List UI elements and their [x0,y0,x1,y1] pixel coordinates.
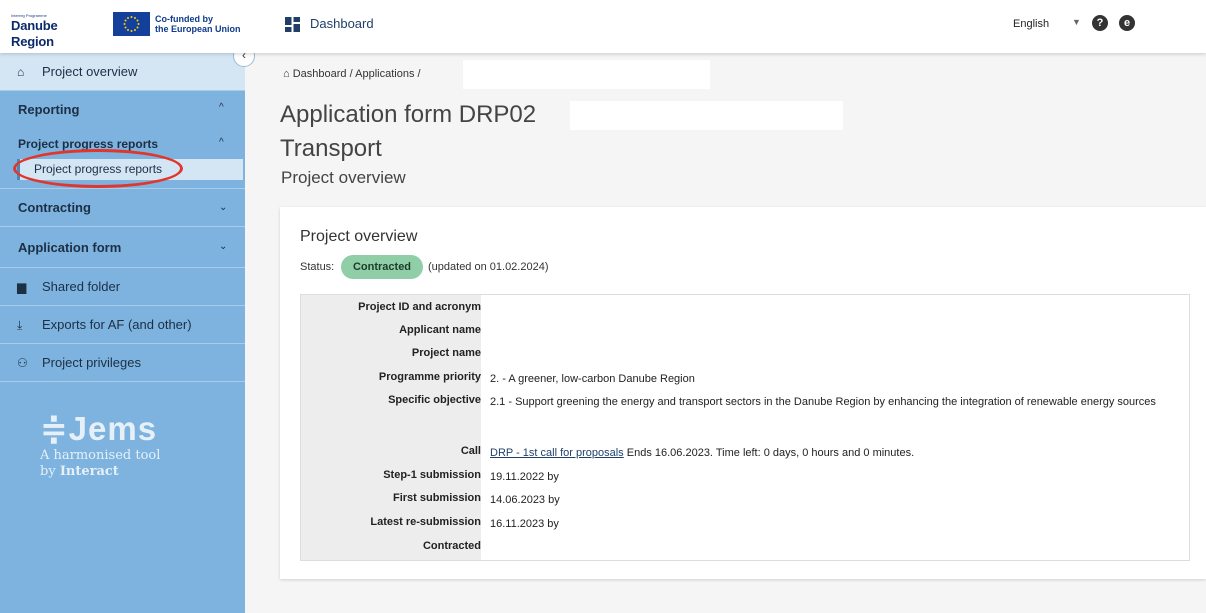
sidebar-item-application-form[interactable]: Application form ⌄ [0,227,245,268]
top-bar: Interreg Programme Danube Region Co-fund… [0,0,1206,53]
caret-down-icon[interactable]: ▼ [1072,17,1081,27]
page-title-line1: Application form DRP02 [280,101,537,128]
status-updated-text: (updated on 01.02.2024) [428,261,549,273]
home-icon: ⌂ [17,65,25,79]
brand-name: Danube Region [11,18,58,49]
sidebar-item-project-privileges[interactable]: ⚇ Project privileges [0,344,245,382]
row-key: Contracted [422,540,481,552]
sidebar-item-contracting[interactable]: Contracting ⌄ [0,188,245,227]
chevron-up-icon[interactable]: ^ [219,102,224,113]
project-overview-card: Project overview Status: Contracted (upd… [280,207,1206,579]
user-account-icon[interactable]: e [1119,15,1135,31]
jems-logo: ≑Jems A harmonised tool by Interact [40,409,160,480]
programme-logo[interactable]: Interreg Programme Danube Region [11,13,103,49]
row-key: Call [460,445,481,457]
row-key: Project name [411,347,481,359]
help-icon[interactable]: ? [1092,15,1108,31]
eu-flag-icon [113,12,150,36]
row-value: 14.06.2023 by [490,494,560,506]
call-details: Ends 16.06.2023. Time left: 0 days, 0 ho… [626,447,915,459]
sidebar-item-shared-folder[interactable]: ▆ Shared folder [0,268,245,306]
chevron-up-icon[interactable]: ^ [219,137,224,148]
row-key: Programme priority [378,371,481,383]
breadcrumb-applications[interactable]: Applications [355,68,414,80]
breadcrumb-separator: / [349,68,353,80]
sidebar-item-label: Shared folder [42,279,121,294]
breadcrumb: ⌂ Dashboard / Applications / [283,68,421,80]
page-subtitle: Project overview [281,168,406,187]
cofunded-line1: Co-funded by [155,14,213,24]
call-link[interactable]: DRP - 1st call for proposals [490,447,624,459]
sidebar-item-label: Project privileges [42,355,141,370]
row-key: First submission [392,492,481,504]
user-key-icon: ⚇ [17,356,28,370]
row-key: Applicant name [399,324,481,336]
status-label: Status: [300,261,335,273]
card-title: Project overview [300,228,418,245]
sidebar-item-reporting[interactable]: Reporting ^ [0,91,245,129]
row-value: 2.1 - Support greening the energy and tr… [490,396,1156,408]
breadcrumb-dashboard[interactable]: Dashboard [293,68,347,80]
dashboard-link[interactable]: Dashboard [310,16,374,31]
page-title: Application form DRP02 Transport [280,98,536,166]
row-key: Specific objective [388,394,481,406]
dashboard-icon[interactable] [285,17,300,32]
cofunded-text: Co-funded by the European Union [155,14,241,34]
sidebar-item-label: Contracting [18,200,91,215]
redaction-box [463,60,710,89]
chevron-down-icon[interactable]: ⌄ [219,202,227,213]
page-title-line2: Transport [280,135,382,162]
chevron-down-icon[interactable]: ⌄ [219,241,227,252]
row-key: Latest re-submission [370,516,481,528]
row-value: 16.11.2023 by [490,518,559,530]
sidebar-item-label: Exports for AF (and other) [42,317,192,332]
sidebar-item-label: Reporting [18,102,80,117]
sidebar: ⌂ Project overview Reporting ^ Project p… [0,53,245,613]
cofunded-line2: the European Union [155,24,241,34]
sidebar-item-label: Application form [18,240,122,255]
jems-tagline-1: A harmonised tool [40,448,161,463]
redaction-box [570,101,843,130]
row-value: 2. - A greener, low-carbon Danube Region [490,373,695,385]
download-icon: ⤓ [17,318,23,332]
annotation-circle [13,149,183,188]
home-icon[interactable]: ⌂ [283,68,290,80]
jems-tagline-by: by [40,464,56,479]
row-value: DRP - 1st call for proposals Ends 16.06.… [490,445,1170,461]
row-key: Step-1 submission [383,469,481,481]
jems-logo-text: Jems [68,410,158,447]
overview-table: Project ID and acronym Applicant name Pr… [300,294,1190,561]
breadcrumb-separator: / [417,68,421,80]
jems-tagline-brand: Interact [59,464,119,479]
jems-mark-icon: ≑ [40,410,69,447]
sidebar-item-project-overview[interactable]: ⌂ Project overview [0,53,245,91]
folder-icon: ▆ [17,280,27,294]
row-key: Project ID and acronym [358,301,481,313]
sidebar-item-exports[interactable]: ⤓ Exports for AF (and other) [0,306,245,344]
row-value: 19.11.2022 by [490,471,559,483]
status-badge: Contracted [341,255,423,279]
language-select[interactable]: English [1013,18,1049,30]
sidebar-item-label: Project overview [42,64,138,79]
